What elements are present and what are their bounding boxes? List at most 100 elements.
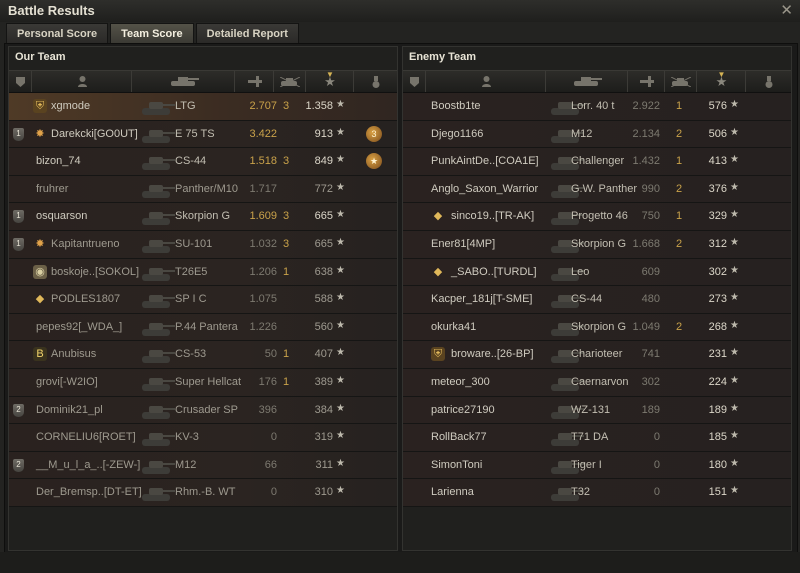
player-name[interactable]: patrice27190 [431, 404, 495, 416]
player-row[interactable]: Ener81[4MP] Skorpion G 1.668 2 312 ★ [403, 230, 791, 259]
tank-icon [139, 481, 175, 503]
player-name[interactable]: bizon_74 [36, 155, 81, 167]
player-row[interactable]: ◉ boskoje..[SOKOL] T26E5 1.206 1 638 ★ [9, 258, 397, 287]
player-row[interactable]: Djego1166 M12 2.134 2 506 ★ [403, 120, 791, 149]
vehicle-name: Lorr. 40 t [571, 100, 615, 112]
player-row[interactable]: Der_Bremsp..[DT-ET] Rhm.-B. WT 0 310 ★ [9, 479, 397, 507]
xp-value: 588 [314, 293, 333, 306]
player-name[interactable]: osquarson [36, 210, 87, 222]
player-name[interactable]: SimonToni [431, 459, 482, 471]
player-name[interactable]: okurka41 [431, 321, 476, 333]
kills-value: 3 [282, 100, 290, 112]
player-name[interactable]: CORNELIU6[ROET] [36, 431, 136, 443]
player-row[interactable]: Kacper_181j[T-SME] CS-44 480 273 ★ [403, 286, 791, 314]
results-content: Our Team ▼ ★ ⛨ xgmode LTG 2.707 3 1.358 … [4, 43, 798, 553]
tab-detailed-report[interactable]: Detailed Report [195, 23, 299, 44]
player-name[interactable]: pepes92[_WDA_] [36, 321, 122, 333]
player-name[interactable]: Djego1166 [431, 128, 483, 140]
star-icon: ★ [730, 292, 739, 304]
player-name[interactable]: PunkAintDe..[COA1E] [431, 155, 539, 167]
kills-value: 1 [282, 265, 290, 278]
player-row[interactable]: 1 osquarson Skorpion G 1.609 3 665 ★ [9, 203, 397, 231]
medal-icon[interactable]: 3 [366, 125, 382, 142]
player-name[interactable]: xgmode [51, 100, 90, 112]
player-row[interactable]: 1 ✸ Kapitantrueno SU-101 1.032 3 665 ★ [9, 230, 397, 259]
player-row[interactable]: Larienna T32 0 151 ★ [403, 479, 791, 507]
enemy-team-rows: Boostb1te Lorr. 40 t 2.922 1 576 ★ Djego1166 M1… [403, 93, 791, 507]
player-name[interactable]: Ener81[4MP] [431, 238, 495, 250]
player-row[interactable]: okurka41 Skorpion G 1.049 2 268 ★ [403, 313, 791, 342]
player-row[interactable]: B Anubisus CS-53 50 1 407 ★ [9, 341, 397, 369]
player-col-icon[interactable] [31, 71, 132, 92]
player-row[interactable]: grovi[-W2IO] Super Hellcat 176 1 389 ★ [9, 368, 397, 397]
player-name[interactable]: Darekcki[GO0UT] [51, 128, 138, 140]
player-name[interactable]: Anglo_Saxon_Warrior [431, 183, 538, 195]
player-row[interactable]: 2 Dominik21_pl Crusader SP 396 384 ★ [9, 396, 397, 425]
player-name[interactable]: fruhrer [36, 183, 68, 195]
player-row[interactable]: ◆ PODLES1807 SP I C 1.075 588 ★ [9, 286, 397, 314]
player-row[interactable]: ◆ _SABO..[TURDL] Leo 609 302 ★ [403, 258, 791, 287]
player-row[interactable]: PunkAintDe..[COA1E] Challenger 1.432 1 413 ★ [403, 148, 791, 176]
player-name[interactable]: Kacper_181j[T-SME] [431, 293, 533, 305]
player-name[interactable]: Larienna [431, 486, 474, 498]
xp-value: 413 [708, 155, 727, 168]
player-name[interactable]: Der_Bremsp..[DT-ET] [36, 486, 142, 498]
player-name[interactable]: _SABO..[TURDL] [451, 266, 537, 278]
player-name[interactable]: grovi[-W2IO] [36, 376, 98, 388]
player-name[interactable]: __M_u_l_a_..[-ZEW-] [36, 459, 140, 471]
damage-value: 1.075 [249, 293, 277, 306]
vehicle-name: T26E5 [175, 265, 208, 278]
vehicle-col-icon[interactable] [545, 71, 628, 92]
player-row[interactable]: patrice27190 WZ-131 189 189 ★ [403, 396, 791, 425]
player-row[interactable]: CORNELIU6[ROET] KV-3 0 319 ★ [9, 424, 397, 452]
kills-col-icon[interactable] [664, 71, 697, 92]
medal-col-icon[interactable] [745, 71, 792, 92]
platoon-col-icon[interactable] [403, 71, 425, 92]
player-row[interactable]: Anglo_Saxon_Warrior G.W. Panther 990 2 376 ★ [403, 175, 791, 204]
player-name[interactable]: Anubisus [51, 348, 96, 360]
xp-col-icon[interactable]: ▼ ★ [305, 70, 354, 92]
medal-col-icon[interactable] [353, 71, 398, 92]
player-row[interactable]: 1 ✸ Darekcki[GO0UT] E 75 TS 3.422 913 ★ 3 [9, 120, 397, 149]
footer-area [0, 552, 800, 573]
player-name[interactable]: PODLES1807 [51, 293, 120, 305]
platoon-col-icon[interactable] [9, 71, 31, 92]
xp-value: 268 [708, 320, 727, 333]
player-row[interactable]: ⛨ xgmode LTG 2.707 3 1.358 ★ [9, 93, 397, 121]
player-row[interactable]: SimonToni Tiger I 0 180 ★ [403, 451, 791, 480]
close-icon[interactable]: ✕ [780, 1, 793, 19]
damage-value: 1.226 [249, 320, 277, 333]
player-name[interactable]: Kapitantrueno [51, 238, 120, 250]
player-row[interactable]: meteor_300 Caernarvon 302 224 ★ [403, 368, 791, 397]
kills-col-icon[interactable] [273, 71, 306, 92]
player-name[interactable]: sinco19..[TR-AK] [451, 210, 534, 222]
player-row[interactable]: fruhrer Panther/M10 1.717 772 ★ [9, 175, 397, 204]
player-row[interactable]: ◆ sinco19..[TR-AK] Progetto 46 750 1 329 ★ [403, 203, 791, 231]
tab-personal-score[interactable]: Personal Score [6, 23, 109, 44]
player-row[interactable]: ⛨ browarе..[26-BP] Charioteer 741 231 ★ [403, 341, 791, 369]
damage-value: 189 [641, 403, 660, 416]
damage-col-icon[interactable] [234, 71, 274, 92]
player-name[interactable]: browarе..[26-BP] [451, 348, 534, 360]
player-name[interactable]: boskoje..[SOKOL] [51, 266, 139, 278]
player-row[interactable]: Boostb1te Lorr. 40 t 2.922 1 576 ★ [403, 93, 791, 121]
player-name[interactable]: Dominik21_pl [36, 404, 103, 416]
player-name[interactable]: RollBack77 [431, 431, 487, 443]
xp-value: 310 [314, 486, 333, 499]
sort-indicator-icon: ▼ [717, 70, 726, 79]
player-name[interactable]: meteor_300 [431, 376, 490, 388]
kills-value: 1 [675, 155, 683, 168]
player-row[interactable]: bizon_74 CS-44 1.518 3 849 ★ ★ [9, 148, 397, 176]
tab-team-score[interactable]: Team Score [110, 23, 194, 44]
damage-col-icon[interactable] [627, 71, 665, 92]
vehicle-col-icon[interactable] [131, 71, 235, 92]
vehicle-name: KV-3 [175, 431, 199, 444]
xp-value: 376 [708, 182, 727, 195]
player-row[interactable]: pepes92[_WDA_] P.44 Pantera 1.226 560 ★ [9, 313, 397, 342]
xp-col-icon[interactable]: ▼ ★ [696, 70, 746, 92]
player-col-icon[interactable] [425, 71, 546, 92]
player-row[interactable]: 2 __M_u_l_a_..[-ZEW-] M12 66 311 ★ [9, 451, 397, 480]
player-row[interactable]: RollBack77 T71 DA 0 185 ★ [403, 424, 791, 452]
player-name[interactable]: Boostb1te [431, 100, 481, 112]
medal-icon[interactable]: ★ [366, 153, 382, 170]
